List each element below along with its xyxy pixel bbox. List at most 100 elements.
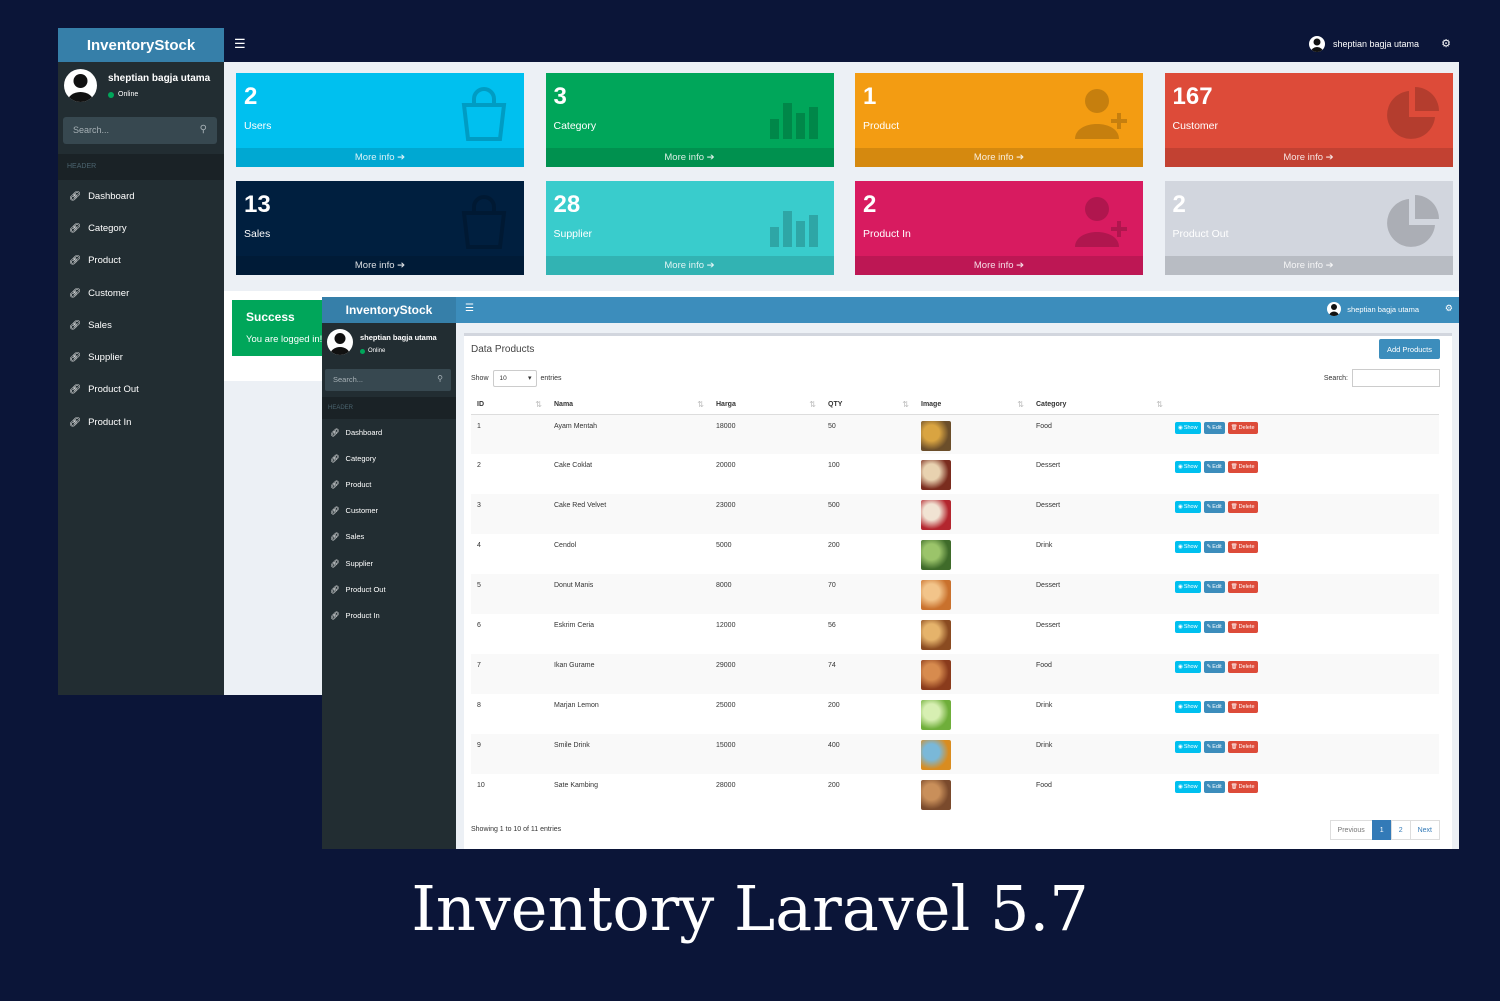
sidebar-item-product-out[interactable]: 🔗︎ Product Out: [322, 576, 456, 602]
sidebar-item-dashboard[interactable]: 🔗︎ Dashboard: [58, 180, 224, 212]
column-header-harga[interactable]: Harga ⇅: [710, 396, 822, 415]
delete-button[interactable]: 🗑︎ Delete: [1227, 781, 1258, 793]
user-menu[interactable]: sheptian bagja utama: [1327, 302, 1419, 316]
show-button[interactable]: ◉ Show: [1175, 501, 1201, 513]
sidebar-search-input[interactable]: Search... ⚲: [63, 117, 217, 144]
delete-button[interactable]: 🗑︎ Delete: [1227, 541, 1258, 553]
user-panel: sheptian bagja utama Online: [322, 323, 456, 363]
show-button[interactable]: ◉ Show: [1175, 541, 1201, 553]
page-1-button[interactable]: 1: [1371, 820, 1392, 840]
previous-button[interactable]: Previous: [1329, 820, 1373, 840]
edit-button[interactable]: ✎ Edit: [1203, 781, 1225, 793]
sidebar-item-customer[interactable]: 🔗︎ Customer: [322, 498, 456, 524]
more-info-link[interactable]: More info ➔: [855, 256, 1143, 275]
more-info-link[interactable]: More info ➔: [545, 256, 834, 275]
column-header-image[interactable]: Image ⇅: [915, 396, 1030, 415]
product-thumbnail: [921, 660, 951, 690]
edit-button[interactable]: ✎ Edit: [1203, 501, 1225, 513]
edit-button[interactable]: ✎ Edit: [1203, 741, 1225, 753]
sidebar-item-supplier[interactable]: 🔗︎ Supplier: [322, 550, 456, 576]
search-icon[interactable]: ⚲: [437, 374, 443, 383]
search-icon[interactable]: ⚲: [200, 124, 207, 135]
edit-button[interactable]: ✎ Edit: [1203, 421, 1225, 434]
show-button[interactable]: ◉ Show: [1175, 461, 1201, 473]
sort-icon[interactable]: ⇅: [1017, 400, 1024, 409]
more-info-link[interactable]: More info ➔: [236, 148, 524, 167]
cell-image: [915, 534, 1030, 574]
cell-category: Drink: [1036, 542, 1053, 549]
eye-icon: ◉: [1178, 624, 1183, 630]
edit-button[interactable]: ✎ Edit: [1203, 661, 1225, 673]
sidebar-item-product-in[interactable]: 🔗︎ Product In: [58, 406, 224, 438]
add-products-button[interactable]: Add Products: [1378, 339, 1440, 359]
gears-icon[interactable]: ⚙: [1441, 37, 1451, 50]
column-header-qty[interactable]: QTY ⇅: [822, 396, 915, 415]
cell-actions: ◉ Show ✎ Edit 🗑︎ Delete: [1169, 534, 1439, 574]
page-length-select[interactable]: 10: [492, 370, 537, 387]
sidebar-item-supplier[interactable]: 🔗︎ Supplier: [58, 341, 224, 373]
delete-button[interactable]: 🗑︎ Delete: [1227, 741, 1258, 753]
sort-icon[interactable]: ⇅: [1156, 400, 1163, 409]
column-header-nama[interactable]: Nama ⇅: [548, 396, 710, 415]
sidebar-item-dashboard[interactable]: 🔗︎ Dashboard: [322, 419, 456, 445]
user-menu[interactable]: sheptian bagja utama: [1308, 36, 1419, 52]
more-info-link[interactable]: More info ➔: [1164, 256, 1453, 275]
column-header-id[interactable]: ID ⇅: [471, 396, 548, 415]
next-button[interactable]: Next: [1409, 820, 1440, 840]
sidebar-item-product[interactable]: 🔗︎ Product: [58, 245, 224, 277]
edit-button[interactable]: ✎ Edit: [1203, 621, 1225, 633]
cell-harga: 20000: [716, 462, 736, 469]
sort-icon[interactable]: ⇅: [902, 400, 909, 409]
sidebar-item-customer[interactable]: 🔗︎ Customer: [58, 277, 224, 309]
edit-button[interactable]: ✎ Edit: [1203, 701, 1225, 713]
sidebar-item-sales[interactable]: 🔗︎ Sales: [58, 309, 224, 341]
show-button[interactable]: ◉ Show: [1175, 421, 1201, 434]
sidebar-toggle-icon[interactable]: ☰: [234, 36, 246, 52]
app-logo[interactable]: InventoryStock: [58, 28, 224, 62]
edit-button[interactable]: ✎ Edit: [1203, 541, 1225, 553]
delete-button[interactable]: 🗑︎ Delete: [1227, 621, 1258, 633]
sidebar-item-category[interactable]: 🔗︎ Category: [58, 212, 224, 244]
sidebar-item-sales[interactable]: 🔗︎ Sales: [322, 524, 456, 550]
cell-qty: 56: [828, 622, 836, 629]
delete-button[interactable]: 🗑︎ Delete: [1227, 501, 1258, 513]
sidebar-search-input[interactable]: Search... ⚲: [325, 369, 451, 391]
sidebar-item-category[interactable]: 🔗︎ Category: [322, 445, 456, 471]
show-button[interactable]: ◉ Show: [1175, 701, 1201, 713]
sort-icon[interactable]: ⇅: [809, 400, 816, 409]
cell-id: 8: [477, 702, 481, 709]
table-search-input[interactable]: [1352, 369, 1440, 387]
more-info-link[interactable]: More info ➔: [1164, 148, 1453, 167]
show-button[interactable]: ◉ Show: [1175, 661, 1201, 673]
show-button[interactable]: ◉ Show: [1175, 781, 1201, 793]
edit-button[interactable]: ✎ Edit: [1203, 581, 1225, 593]
edit-button[interactable]: ✎ Edit: [1203, 461, 1225, 473]
gears-icon[interactable]: ⚙: [1445, 303, 1453, 314]
delete-button[interactable]: 🗑︎ Delete: [1227, 421, 1258, 434]
edit-icon: ✎: [1206, 744, 1212, 750]
page-2-button[interactable]: 2: [1390, 820, 1411, 840]
delete-button[interactable]: 🗑︎ Delete: [1227, 661, 1258, 673]
show-button[interactable]: ◉ Show: [1175, 741, 1201, 753]
sidebar-item-product-out[interactable]: 🔗︎ Product Out: [58, 374, 224, 406]
more-info-link[interactable]: More info ➔: [855, 148, 1143, 167]
cell-image: [915, 454, 1030, 494]
sort-icon[interactable]: ⇅: [697, 400, 704, 409]
cell-actions: ◉ Show ✎ Edit 🗑︎ Delete: [1169, 494, 1439, 534]
show-button[interactable]: ◉ Show: [1175, 621, 1201, 633]
delete-button[interactable]: 🗑︎ Delete: [1227, 701, 1258, 713]
sidebar-item-product[interactable]: 🔗︎ Product: [322, 471, 456, 497]
show-button[interactable]: ◉ Show: [1175, 581, 1201, 593]
sort-asc-icon[interactable]: ⇅: [535, 400, 542, 409]
more-info-link[interactable]: More info ➔: [545, 148, 834, 167]
app-logo[interactable]: InventoryStock: [322, 297, 456, 323]
cell-qty: 400: [822, 734, 915, 774]
box-title: Data Products: [471, 344, 535, 355]
sidebar-toggle-icon[interactable]: ☰: [465, 303, 474, 314]
sidebar-item-product-in[interactable]: 🔗︎ Product In: [322, 602, 456, 628]
delete-button[interactable]: 🗑︎ Delete: [1227, 581, 1258, 593]
delete-button[interactable]: 🗑︎ Delete: [1227, 461, 1258, 473]
arrow-circle-right-icon: ➔: [1016, 152, 1025, 163]
column-header-category[interactable]: Category ⇅: [1030, 396, 1169, 415]
more-info-link[interactable]: More info ➔: [236, 256, 524, 275]
